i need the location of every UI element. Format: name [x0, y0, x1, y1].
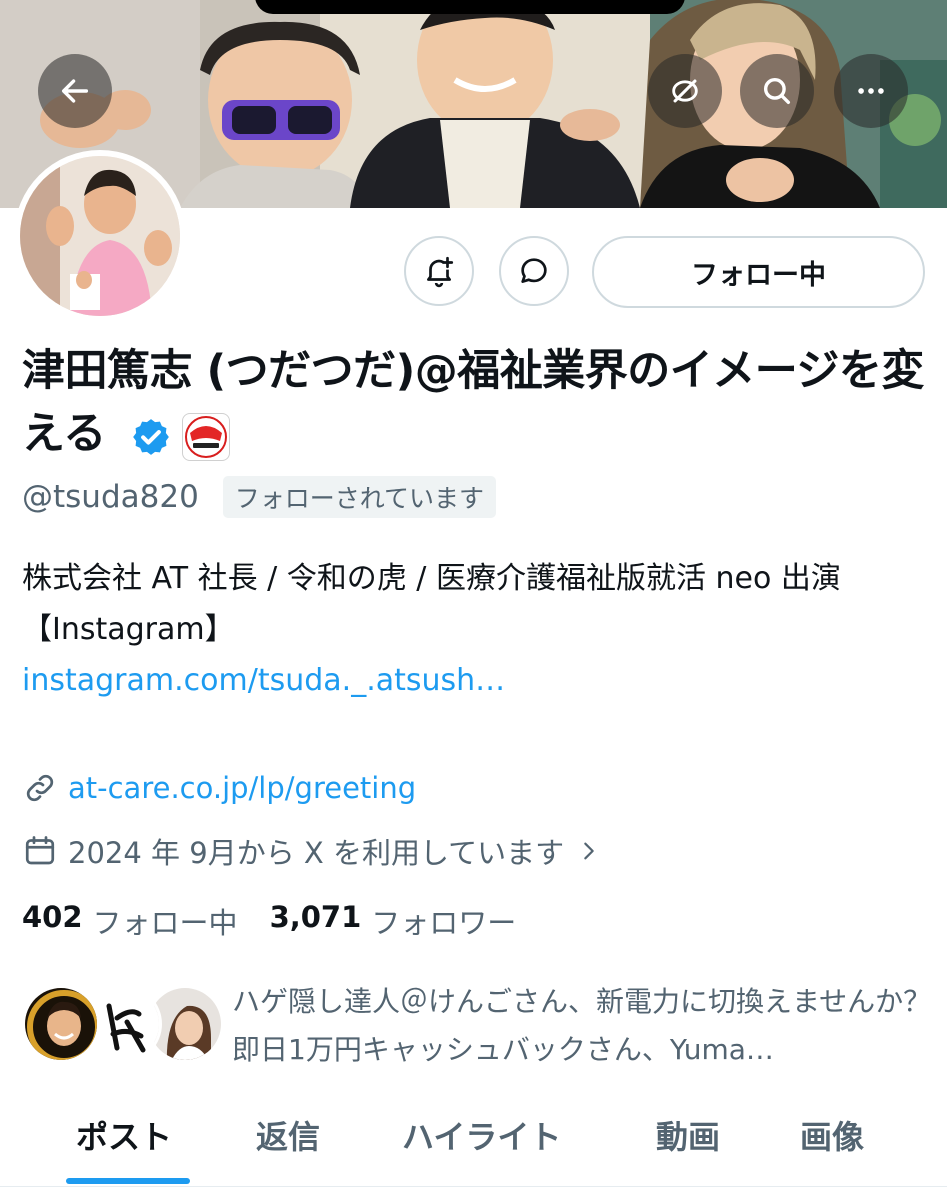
website-row: at-care.co.jp/lp/greeting	[22, 770, 416, 806]
chat-bubble-icon	[521, 258, 547, 283]
following-button[interactable]: フォロー中	[592, 236, 925, 308]
following-count: 402	[22, 900, 83, 934]
link-icon	[26, 774, 54, 802]
bell-plus-icon	[427, 256, 454, 288]
bio-instagram-link[interactable]: instagram.com/tsuda._.atsush…	[22, 655, 922, 706]
following-stat[interactable]: 402 フォロー中	[22, 900, 238, 942]
calendar-icon	[25, 836, 55, 865]
profile-bio: 株式会社 AT 社長 / 令和の虎 / 医療介護福祉版就活 neo 出演 【In…	[22, 553, 922, 706]
bio-line-2: 【Instagram】	[22, 612, 235, 647]
avatar-photo	[20, 156, 180, 316]
follow-stats: 402 フォロー中 3,071 フォロワー	[22, 900, 548, 942]
handle-row: @tsuda820 フォローされています	[22, 476, 497, 518]
followers-you-know-avatars[interactable]	[22, 985, 224, 1065]
known-follower-avatar-1	[22, 985, 100, 1063]
device-notch	[255, 0, 685, 14]
search-button[interactable]	[740, 54, 814, 128]
bio-line-1: 株式会社 AT 社長 / 令和の虎 / 医療介護福祉版就活 neo 出演	[22, 561, 841, 596]
verified-badge-icon[interactable]	[130, 416, 172, 458]
notifications-subscribe-button[interactable]	[404, 236, 474, 306]
tab-replies[interactable]: 返信	[256, 1112, 320, 1158]
active-tab-indicator	[66, 1178, 190, 1184]
message-button[interactable]	[499, 236, 569, 306]
following-label: フォロー中	[92, 906, 238, 940]
followers-count: 3,071	[269, 900, 362, 934]
more-icon	[858, 88, 884, 94]
more-button[interactable]	[834, 54, 908, 128]
tab-videos[interactable]: 動画	[656, 1112, 720, 1158]
follows-you-badge: フォローされています	[222, 476, 497, 518]
joined-row[interactable]: 2024 年 9月から X を利用しています	[22, 830, 600, 872]
followers-stat[interactable]: 3,071 フォロワー	[270, 900, 517, 942]
tab-highlights[interactable]: ハイライト	[402, 1112, 561, 1158]
followers-label: フォロワー	[371, 906, 517, 940]
joined-date-text: 2024 年 9月から X を利用しています	[68, 836, 565, 870]
profile-avatar[interactable]	[14, 150, 186, 322]
translate-off-icon	[672, 79, 698, 103]
tab-posts[interactable]: ポスト	[76, 1112, 172, 1158]
profile-tabs: ポスト 返信 ハイライト 動画 画像	[0, 1100, 947, 1188]
translate-off-button[interactable]	[648, 54, 722, 128]
website-link[interactable]: at-care.co.jp/lp/greeting	[68, 771, 416, 805]
reiwa-no-tora-logo-icon	[185, 415, 228, 458]
arrow-left-icon	[61, 79, 89, 103]
search-icon	[763, 77, 791, 105]
followers-you-know-text[interactable]: ハゲ隠し達人＠けんごさん、新電力に切換えませんか？即日1万円キャッシュバックさん…	[232, 978, 932, 1074]
chevron-right-icon	[584, 842, 594, 860]
tabs-divider	[0, 1186, 947, 1187]
profile-display-name: 津田篤志 (つだつだ)@福祉業界のイメージを変える	[22, 340, 932, 466]
profile-handle: @tsuda820	[22, 479, 199, 515]
back-button[interactable]	[38, 54, 112, 128]
tab-images[interactable]: 画像	[800, 1112, 864, 1158]
affiliate-badge[interactable]	[182, 412, 231, 461]
